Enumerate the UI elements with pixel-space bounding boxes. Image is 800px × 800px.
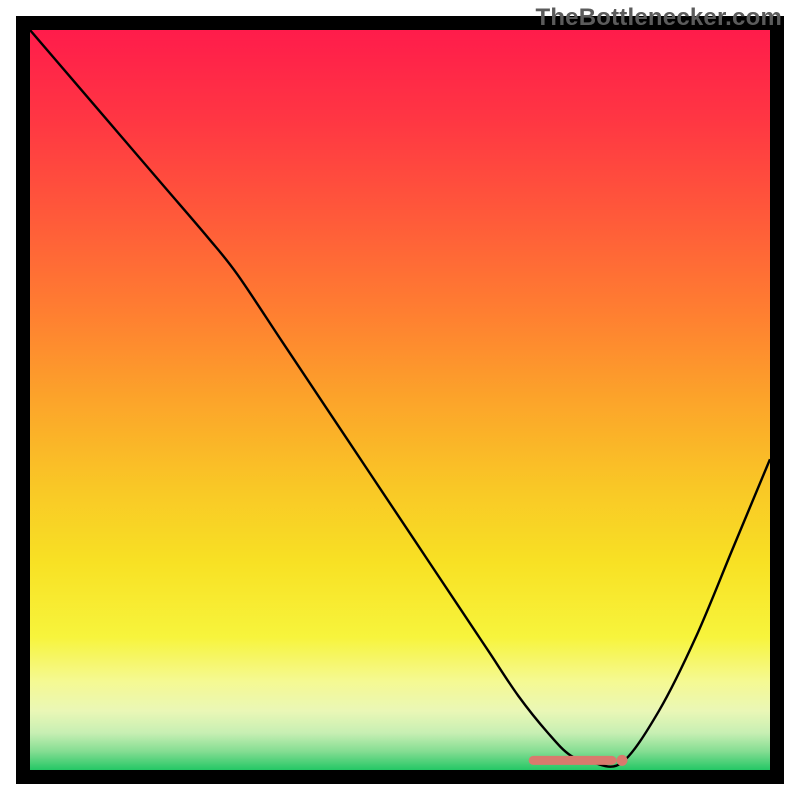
watermark-text: TheBottlenecker.com: [535, 4, 782, 32]
bottleneck-chart: [0, 0, 800, 800]
gradient-background: [30, 30, 770, 770]
chart-container: { "watermark": "TheBottlenecker.com", "c…: [0, 0, 800, 800]
optimal-range-marker: [533, 755, 627, 766]
